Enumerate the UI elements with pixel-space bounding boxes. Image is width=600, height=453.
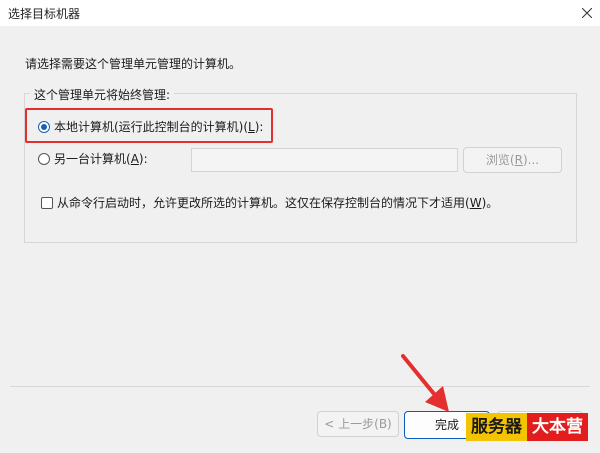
browse-button[interactable]: 浏览(R)... bbox=[463, 147, 562, 173]
another-computer-label[interactable]: 另一台计算机(A): bbox=[54, 150, 148, 167]
window-title: 选择目标机器 bbox=[8, 7, 81, 21]
allow-change-label[interactable]: 从命令行启动时，允许更改所选的计算机。这仅在保存控制台的情况下才适用(W)。 bbox=[57, 194, 498, 211]
groupbox-legend: 这个管理单元将始终管理: bbox=[30, 86, 175, 103]
highlight-box bbox=[25, 108, 273, 143]
close-button[interactable] bbox=[574, 0, 600, 26]
previous-button[interactable]: < 上一步(B) bbox=[317, 411, 399, 437]
watermark-logo: 服务器 大本营 bbox=[466, 413, 588, 441]
prompt-text: 请选择需要这个管理单元管理的计算机。 bbox=[25, 57, 242, 71]
close-icon bbox=[582, 8, 592, 18]
allow-change-checkbox[interactable] bbox=[41, 197, 53, 209]
title-bar bbox=[0, 0, 600, 26]
pointer-arrow-icon bbox=[401, 354, 449, 412]
watermark-part2: 大本营 bbox=[527, 413, 588, 441]
computer-name-input[interactable] bbox=[191, 148, 458, 172]
watermark-part1: 服务器 bbox=[466, 413, 527, 441]
another-computer-radio[interactable] bbox=[38, 153, 50, 165]
footer-separator bbox=[10, 386, 590, 387]
